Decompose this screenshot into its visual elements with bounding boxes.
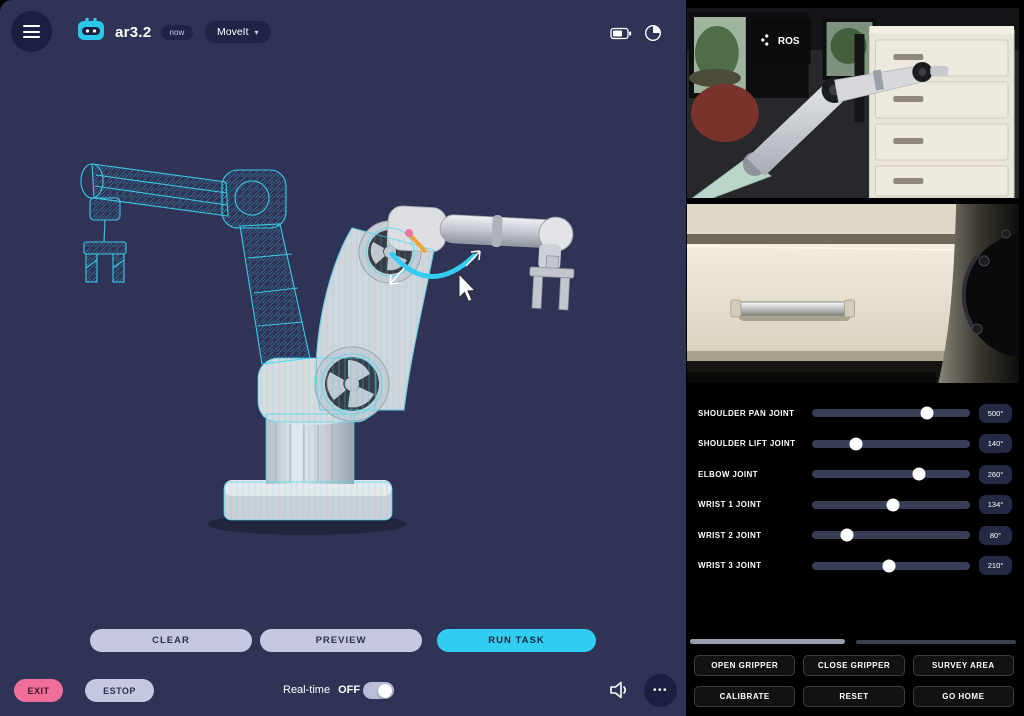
slider-thumb[interactable]	[850, 437, 863, 450]
robot-command-grid: OPEN GRIPPER CLOSE GRIPPER SURVEY AREA C…	[687, 655, 1019, 707]
open-gripper-button[interactable]: OPEN GRIPPER	[694, 655, 795, 676]
slider-thumb[interactable]	[913, 468, 926, 481]
realtime-state: OFF	[338, 684, 360, 696]
calibrate-button[interactable]: CALIBRATE	[694, 686, 795, 707]
footer-bar: EXIT ESTOP Real-time OFF •••	[0, 679, 686, 705]
drawer-handle	[735, 302, 851, 315]
joint-row-wrist-3: WRIST 3 JOINT 210°	[687, 551, 1019, 582]
planner-dropdown[interactable]: MoveIt ▾	[205, 21, 271, 43]
hamburger-line	[23, 25, 40, 27]
joint-label: WRIST 1 JOINT	[698, 500, 808, 509]
slider-thumb[interactable]	[921, 407, 934, 420]
task-action-row: CLEAR PREVIEW RUN TASK	[0, 629, 686, 652]
ros-screen: ROS	[751, 18, 811, 64]
run-task-button[interactable]: RUN TASK	[437, 629, 596, 652]
timer-icon	[644, 24, 662, 47]
slider-thumb[interactable]	[886, 498, 899, 511]
app-window: ar3.2 now MoveIt ▾	[0, 0, 1024, 716]
go-home-button[interactable]: GO HOME	[913, 686, 1014, 707]
clear-button[interactable]: CLEAR	[90, 629, 252, 652]
scrollbar-track[interactable]	[856, 640, 1016, 644]
panel-scrollbar	[687, 639, 1019, 644]
wireframe-preview-arm	[81, 164, 310, 364]
joint-label: SHOULDER LIFT JOINT	[698, 439, 808, 448]
speaker-icon[interactable]	[606, 679, 632, 703]
filing-cabinet	[869, 26, 1014, 198]
joint-value-badge: 134°	[979, 495, 1012, 514]
cursor-icon	[459, 274, 475, 302]
joint-slider[interactable]	[812, 409, 970, 417]
estop-button[interactable]: ESTOP	[85, 679, 154, 702]
joint-row-wrist-1: WRIST 1 JOINT 134°	[687, 490, 1019, 521]
joint-slider[interactable]	[812, 562, 970, 570]
joint-row-elbow: ELBOW JOINT 260°	[687, 459, 1019, 490]
joint-label: WRIST 3 JOINT	[698, 561, 808, 570]
control-panel: ROS	[686, 0, 1024, 716]
more-options-button[interactable]: •••	[644, 674, 677, 707]
joint-value-badge: 210°	[979, 556, 1012, 575]
preview-button[interactable]: PREVIEW	[260, 629, 422, 652]
joint-value-badge: 500°	[979, 404, 1012, 423]
reset-button[interactable]: RESET	[803, 686, 904, 707]
survey-area-button[interactable]: SURVEY AREA	[913, 655, 1014, 676]
realtime-toggle[interactable]	[363, 682, 394, 699]
camera-feed-top: ROS	[687, 8, 1019, 198]
scrollbar-thumb[interactable]	[690, 639, 845, 644]
joint-label: WRIST 2 JOINT	[698, 531, 808, 540]
cabinet-drawer	[687, 244, 958, 351]
chevron-down-icon: ▾	[255, 28, 259, 37]
joint-slider[interactable]	[812, 470, 970, 478]
battery-icon	[610, 27, 632, 45]
camera-feed-bottom	[687, 204, 1019, 383]
hamburger-line	[23, 36, 40, 38]
joint-label: SHOULDER PAN JOINT	[698, 409, 808, 418]
spacer	[687, 581, 1019, 639]
simulation-panel: ar3.2 now MoveIt ▾	[0, 0, 686, 716]
joint-slider[interactable]	[812, 440, 970, 448]
hamburger-line	[23, 31, 40, 33]
toggle-knob[interactable]	[378, 684, 392, 698]
planner-label: MoveIt	[217, 26, 249, 38]
viewport-3d[interactable]	[0, 58, 686, 620]
realtime-control: Real-time OFF	[283, 684, 360, 696]
status-badge: now	[161, 25, 194, 40]
joint-value-badge: 260°	[979, 465, 1012, 484]
robot-icon	[76, 17, 106, 47]
joint-value-badge: 80°	[979, 526, 1012, 545]
joint-row-wrist-2: WRIST 2 JOINT 80°	[687, 520, 1019, 551]
joint-row-shoulder-pan: SHOULDER PAN JOINT 500°	[687, 398, 1019, 429]
robot-name: ar3.2	[115, 24, 152, 41]
desk-object	[689, 69, 741, 87]
slider-thumb[interactable]	[840, 529, 853, 542]
joint-slider[interactable]	[812, 501, 970, 509]
close-gripper-button[interactable]: CLOSE GRIPPER	[803, 655, 904, 676]
realtime-label: Real-time	[283, 684, 330, 696]
robot-status-chip: ar3.2 now	[76, 17, 193, 47]
ros-logo-text: ROS	[778, 36, 800, 47]
slider-thumb[interactable]	[883, 559, 896, 572]
joint-value-badge: 140°	[979, 434, 1012, 453]
red-chair	[691, 84, 759, 142]
exit-button[interactable]: EXIT	[14, 679, 63, 702]
header-status-icons	[610, 24, 662, 47]
joint-slider-list: SHOULDER PAN JOINT 500° SHOULDER LIFT JO…	[687, 398, 1019, 581]
joint-slider[interactable]	[812, 531, 970, 539]
hamburger-menu-button[interactable]	[11, 11, 52, 52]
joint-row-shoulder-lift: SHOULDER LIFT JOINT 140°	[687, 429, 1019, 460]
joint-label: ELBOW JOINT	[698, 470, 808, 479]
